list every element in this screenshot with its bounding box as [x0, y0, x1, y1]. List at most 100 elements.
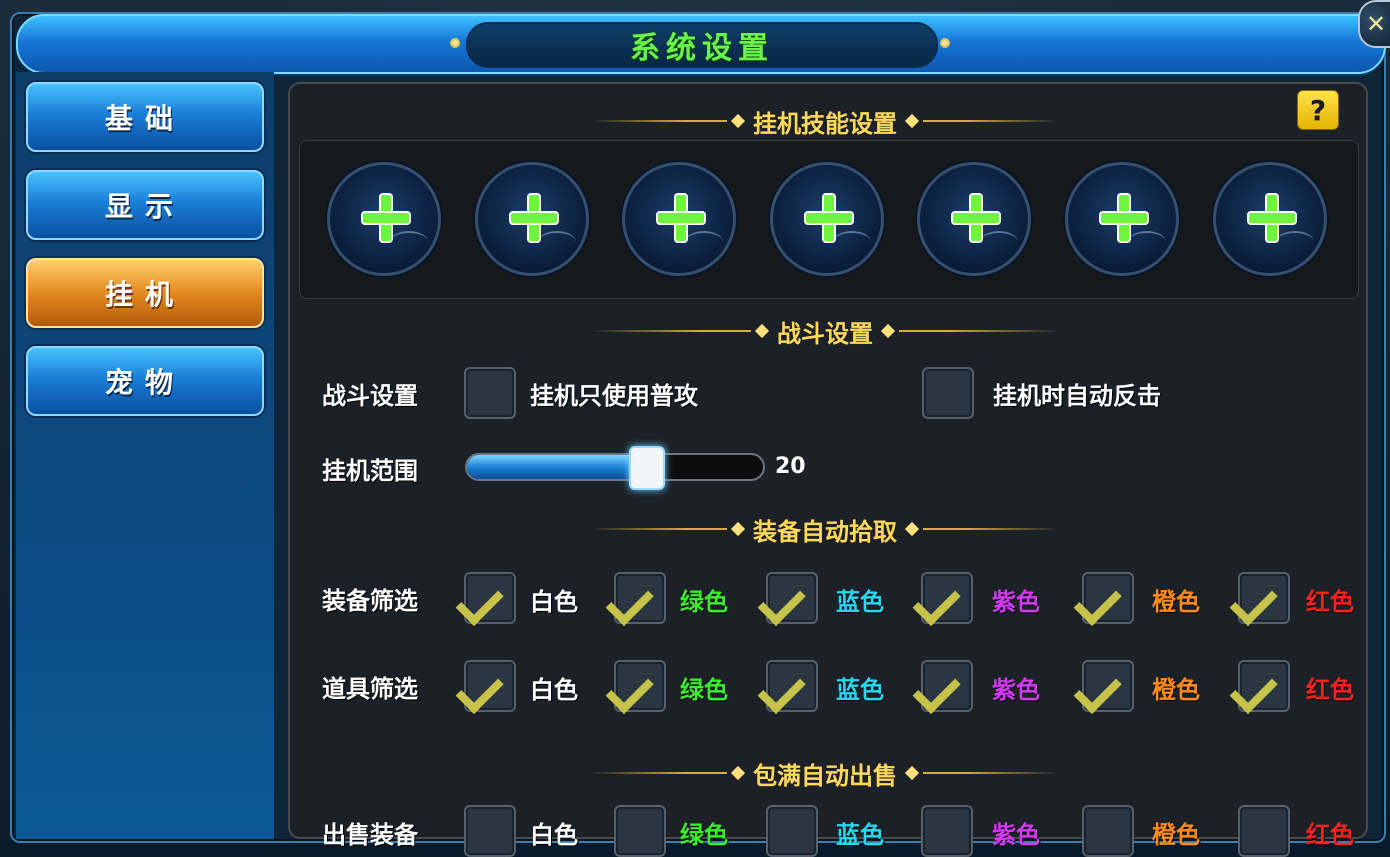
sell-option-label: 蓝色	[836, 821, 884, 849]
skill-slot[interactable]	[327, 162, 441, 276]
sell-option-checkbox[interactable]	[921, 805, 973, 857]
cloud-swirl-icon	[1276, 231, 1314, 253]
item-filter-option-label: 紫色	[992, 676, 1040, 704]
sell-option-checkbox[interactable]	[614, 805, 666, 857]
sell-option-label: 紫色	[992, 821, 1040, 849]
equipment-filter-option-label: 绿色	[680, 588, 728, 616]
question-icon: ?	[1309, 93, 1327, 127]
close-button[interactable]: ✕	[1358, 0, 1390, 48]
cloud-swirl-icon	[833, 231, 871, 253]
sidebar-item-label: 显示	[104, 190, 185, 223]
auto-counterattack-label: 挂机时自动反击	[993, 382, 1161, 410]
item-filter-option-checkbox[interactable]	[1073, 660, 1134, 714]
item-filter-option-label: 蓝色	[836, 676, 884, 704]
equipment-filter-option-label: 白色	[530, 588, 578, 616]
sell-option-checkbox[interactable]	[1238, 805, 1290, 857]
equipment-filter-option-checkbox[interactable]	[605, 572, 666, 626]
diamond-icon	[730, 765, 746, 781]
combat-row-label: 战斗设置	[322, 382, 418, 410]
cloud-swirl-icon	[1128, 231, 1166, 253]
auto-counterattack-checkbox[interactable]	[922, 367, 974, 419]
item-filter-label: 道具筛选	[322, 675, 418, 703]
diamond-icon	[904, 765, 920, 781]
sell-equipment-label: 出售装备	[322, 821, 418, 849]
diamond-icon	[730, 521, 746, 537]
section-title: 装备自动拾取	[753, 517, 897, 546]
sidebar-item-autoplay[interactable]: 挂机	[26, 258, 264, 328]
skill-slot[interactable]	[770, 162, 884, 276]
item-filter-option-label: 白色	[530, 676, 578, 704]
item-filter-option-label: 橙色	[1152, 676, 1200, 704]
sell-option-label: 红色	[1306, 821, 1354, 849]
cloud-swirl-icon	[685, 231, 723, 253]
item-filter-option-checkbox[interactable]	[605, 660, 666, 714]
help-button[interactable]: ?	[1297, 90, 1339, 130]
diamond-icon	[904, 521, 920, 537]
diamond-icon	[904, 113, 920, 129]
equipment-filter-option-checkbox[interactable]	[1229, 572, 1290, 626]
item-filter-option-label: 红色	[1306, 676, 1354, 704]
sell-option-checkbox[interactable]	[464, 805, 516, 857]
item-filter-option-checkbox[interactable]	[1229, 660, 1290, 714]
sell-option-checkbox[interactable]	[1082, 805, 1134, 857]
normal-attack-only-checkbox[interactable]	[464, 367, 516, 419]
range-slider-handle[interactable]	[629, 446, 665, 490]
equipment-filter-option-checkbox[interactable]	[912, 572, 973, 626]
equipment-filter-option-label: 蓝色	[836, 588, 884, 616]
range-slider-fill	[467, 455, 645, 479]
diamond-icon	[754, 323, 770, 339]
window-title: 系统设置	[630, 31, 774, 66]
add-skill-icon	[1249, 213, 1295, 223]
divider	[590, 772, 727, 774]
section-title: 战斗设置	[777, 319, 873, 348]
add-skill-icon	[953, 213, 999, 223]
section-header-skills: 挂机技能设置	[590, 106, 1060, 138]
divider	[899, 330, 1060, 332]
add-skill-icon	[1101, 213, 1147, 223]
diamond-icon	[880, 323, 896, 339]
skill-slot[interactable]	[1213, 162, 1327, 276]
range-label: 挂机范围	[322, 457, 418, 485]
title-ornament-right	[940, 38, 950, 48]
cloud-swirl-icon	[390, 231, 428, 253]
equipment-filter-option-label: 橙色	[1152, 588, 1200, 616]
item-filter-option-label: 绿色	[680, 676, 728, 704]
item-filter-option-checkbox[interactable]	[912, 660, 973, 714]
section-header-pickup: 装备自动拾取	[590, 514, 1060, 546]
equipment-filter-option-label: 紫色	[992, 588, 1040, 616]
range-slider-track[interactable]	[465, 453, 765, 481]
sidebar-item-pet[interactable]: 宠物	[26, 346, 264, 416]
skill-slot[interactable]	[917, 162, 1031, 276]
skill-slot[interactable]	[475, 162, 589, 276]
diamond-icon	[730, 113, 746, 129]
equipment-filter-option-label: 红色	[1306, 588, 1354, 616]
cloud-swirl-icon	[980, 231, 1018, 253]
sell-option-checkbox[interactable]	[766, 805, 818, 857]
item-filter-option-checkbox[interactable]	[757, 660, 818, 714]
sell-option-label: 白色	[530, 821, 578, 849]
add-skill-icon	[806, 213, 852, 223]
divider	[923, 528, 1060, 530]
equipment-filter-option-checkbox[interactable]	[757, 572, 818, 626]
equipment-filter-option-checkbox[interactable]	[455, 572, 516, 626]
normal-attack-only-label: 挂机只使用普攻	[530, 382, 698, 410]
sidebar-item-display[interactable]: 显示	[26, 170, 264, 240]
range-value: 20	[775, 454, 806, 479]
section-header-autosell: 包满自动出售	[590, 758, 1060, 790]
item-filter-option-checkbox[interactable]	[455, 660, 516, 714]
equipment-filter-label: 装备筛选	[322, 587, 418, 615]
sidebar-item-basic[interactable]: 基础	[26, 82, 264, 152]
section-header-combat: 战斗设置	[590, 316, 1060, 348]
add-skill-icon	[658, 213, 704, 223]
divider	[590, 120, 727, 122]
equipment-filter-option-checkbox[interactable]	[1073, 572, 1134, 626]
close-icon: ✕	[1365, 10, 1387, 38]
title-ornament-left	[450, 38, 460, 48]
sidebar-item-label: 挂机	[104, 278, 185, 311]
skill-slot[interactable]	[1065, 162, 1179, 276]
skill-slot[interactable]	[622, 162, 736, 276]
add-skill-icon	[363, 213, 409, 223]
divider	[590, 528, 727, 530]
sell-option-label: 绿色	[680, 821, 728, 849]
add-skill-icon	[511, 213, 557, 223]
